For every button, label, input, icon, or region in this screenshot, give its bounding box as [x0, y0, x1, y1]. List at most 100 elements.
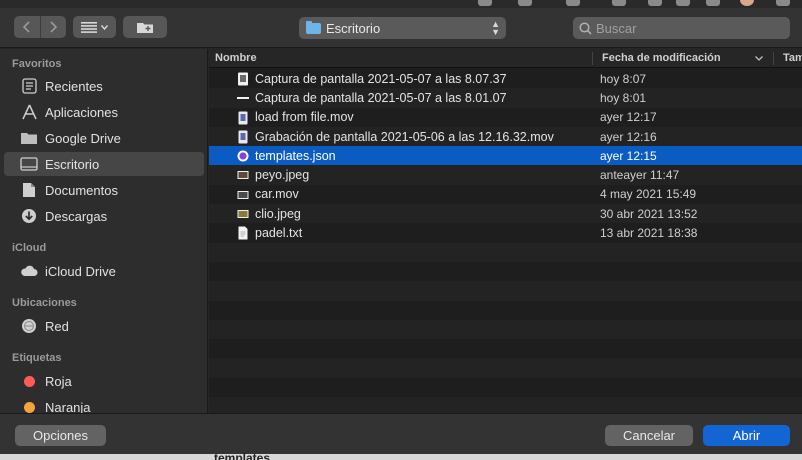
sidebar-item-label: Aplicaciones — [45, 104, 118, 120]
sidebar-item-escritorio[interactable]: Escritorio — [4, 152, 204, 176]
sidebar-item-documentos[interactable]: Documentos — [4, 178, 204, 202]
file-date: ayer 12:17 — [600, 110, 657, 125]
file-date: 4 may 2021 15:49 — [600, 187, 697, 202]
file-row[interactable]: padel.txt 13 abr 2021 18:38 — [209, 223, 802, 242]
dialog-button-bar: Opciones Cancelar Abrir — [0, 413, 802, 454]
menubar-icon[interactable] — [776, 0, 790, 6]
options-button[interactable]: Opciones — [15, 425, 106, 446]
search-icon — [579, 21, 592, 35]
open-button[interactable]: Abrir — [703, 425, 790, 446]
empty-row — [209, 397, 802, 413]
chevron-down-icon — [755, 56, 763, 61]
file-name: car.mov — [255, 187, 299, 202]
file-name: Grabación de pantalla 2021-05-06 a las 1… — [255, 129, 554, 144]
folder-icon — [306, 20, 321, 34]
sidebar-item-label: Documentos — [45, 182, 118, 198]
search-field[interactable] — [573, 17, 790, 39]
file-row[interactable]: Captura de pantalla 2021-05-07 a las 8.0… — [209, 88, 802, 108]
sidebar-item-google-drive[interactable]: Google Drive — [4, 126, 204, 150]
movie-file-icon — [238, 111, 248, 125]
file-row-selected[interactable]: templates.json ayer 12:15 — [209, 146, 802, 166]
new-folder-button[interactable] — [123, 16, 167, 38]
file-name: padel.txt — [255, 226, 303, 241]
file-rows: Captura de pantalla 2021-05-07 a las 8.0… — [209, 69, 802, 413]
open-file-dialog: Escritorio ▲▼ Favoritos Recientes Aplica… — [0, 8, 802, 454]
sidebar-item-label: Google Drive — [45, 130, 121, 146]
list-view-icon — [81, 21, 97, 33]
menubar-icon[interactable] — [566, 0, 580, 6]
column-date-header[interactable]: Fecha de modificación — [602, 52, 721, 64]
location-label: Escritorio — [326, 20, 381, 36]
column-divider[interactable] — [773, 52, 774, 65]
file-row[interactable]: Grabación de pantalla 2021-05-06 a las 1… — [209, 126, 802, 147]
clock-icon — [20, 77, 38, 95]
menubar-icon[interactable] — [648, 0, 662, 6]
orange-tag-dot-icon — [23, 401, 35, 413]
file-name: templates.json — [255, 148, 336, 163]
menubar-icon[interactable] — [676, 0, 690, 6]
desktop-icon — [20, 155, 38, 173]
empty-row — [209, 319, 802, 340]
menubar-icon[interactable] — [612, 0, 626, 6]
search-input[interactable] — [596, 20, 776, 36]
empty-row — [209, 281, 802, 301]
screenshot-file-icon — [237, 97, 249, 100]
back-button[interactable] — [14, 16, 40, 38]
file-row[interactable]: peyo.jpeg anteayer 11:47 — [209, 165, 802, 185]
file-row[interactable]: clio.jpeg 30 abr 2021 13:52 — [209, 204, 802, 224]
document-icon — [20, 181, 38, 199]
json-file-icon — [237, 150, 249, 162]
cancel-button[interactable]: Cancelar — [605, 425, 693, 446]
empty-row — [209, 242, 802, 262]
location-popup[interactable]: Escritorio ▲ ▼ — [299, 17, 506, 39]
empty-row — [209, 358, 802, 378]
file-row[interactable]: load from file.mov ayer 12:17 — [209, 108, 802, 127]
sidebar-section-favorites: Favoritos — [12, 58, 62, 70]
sidebar-item-label: Recientes — [45, 78, 103, 94]
view-mode-button[interactable] — [73, 16, 116, 38]
nav-buttons — [14, 16, 66, 38]
forward-button[interactable] — [39, 16, 67, 38]
screenshot-file-icon — [238, 72, 248, 86]
sidebar-item-descargas[interactable]: Descargas — [4, 204, 204, 228]
chevron-right-icon — [50, 21, 58, 33]
sidebar-item-aplicaciones[interactable]: Aplicaciones — [4, 100, 204, 124]
sidebar-item-label: Red — [45, 318, 69, 334]
sidebar-section-ubicaciones: Ubicaciones — [12, 297, 77, 309]
menubar-icon[interactable] — [706, 0, 720, 6]
file-row[interactable]: Captura de pantalla 2021-05-07 a las 8.0… — [209, 69, 802, 88]
sidebar-item-red[interactable]: Red — [4, 314, 204, 338]
column-header: Nombre Fecha de modificación Tam — [209, 49, 802, 68]
column-name-header[interactable]: Nombre — [215, 52, 257, 64]
file-date: anteayer 11:47 — [600, 168, 680, 183]
file-date: hoy 8:07 — [600, 71, 647, 86]
menubar-icon[interactable] — [478, 0, 492, 6]
sidebar-item-recientes[interactable]: Recientes — [4, 74, 204, 98]
new-folder-icon — [137, 22, 153, 33]
file-date: 13 abr 2021 18:38 — [600, 226, 698, 241]
sidebar-item-icloud-drive[interactable]: iCloud Drive — [4, 259, 204, 283]
network-globe-icon — [20, 317, 38, 335]
background-window-text: templates. — [214, 451, 274, 460]
sidebar-item-label: Roja — [45, 373, 72, 389]
column-divider[interactable] — [592, 52, 593, 65]
avatar[interactable] — [740, 0, 754, 6]
file-name: Captura de pantalla 2021-05-07 a las 8.0… — [255, 71, 507, 86]
sidebar: Favoritos Recientes Aplicaciones Google … — [0, 49, 208, 413]
toolbar: Escritorio ▲ ▼ — [0, 8, 802, 48]
sidebar-item-label: Descargas — [45, 208, 108, 224]
sidebar-item-tag-roja[interactable]: Roja — [4, 369, 204, 393]
download-icon — [20, 207, 38, 225]
sidebar-item-tag-naranja[interactable]: Naranja — [4, 395, 204, 413]
file-name: peyo.jpeg — [255, 168, 310, 183]
empty-row — [209, 378, 802, 397]
file-name: Captura de pantalla 2021-05-07 a las 8.0… — [255, 90, 507, 105]
menubar-icon[interactable] — [518, 0, 532, 6]
file-row[interactable]: car.mov 4 may 2021 15:49 — [209, 185, 802, 204]
empty-row — [209, 262, 802, 281]
background-window-strip: templates. — [0, 451, 802, 460]
updown-arrows-icon: ▲ ▼ — [491, 19, 500, 37]
chevron-down-icon — [101, 24, 108, 30]
movie-file-icon — [238, 130, 248, 144]
column-size-header[interactable]: Tam — [783, 52, 802, 64]
